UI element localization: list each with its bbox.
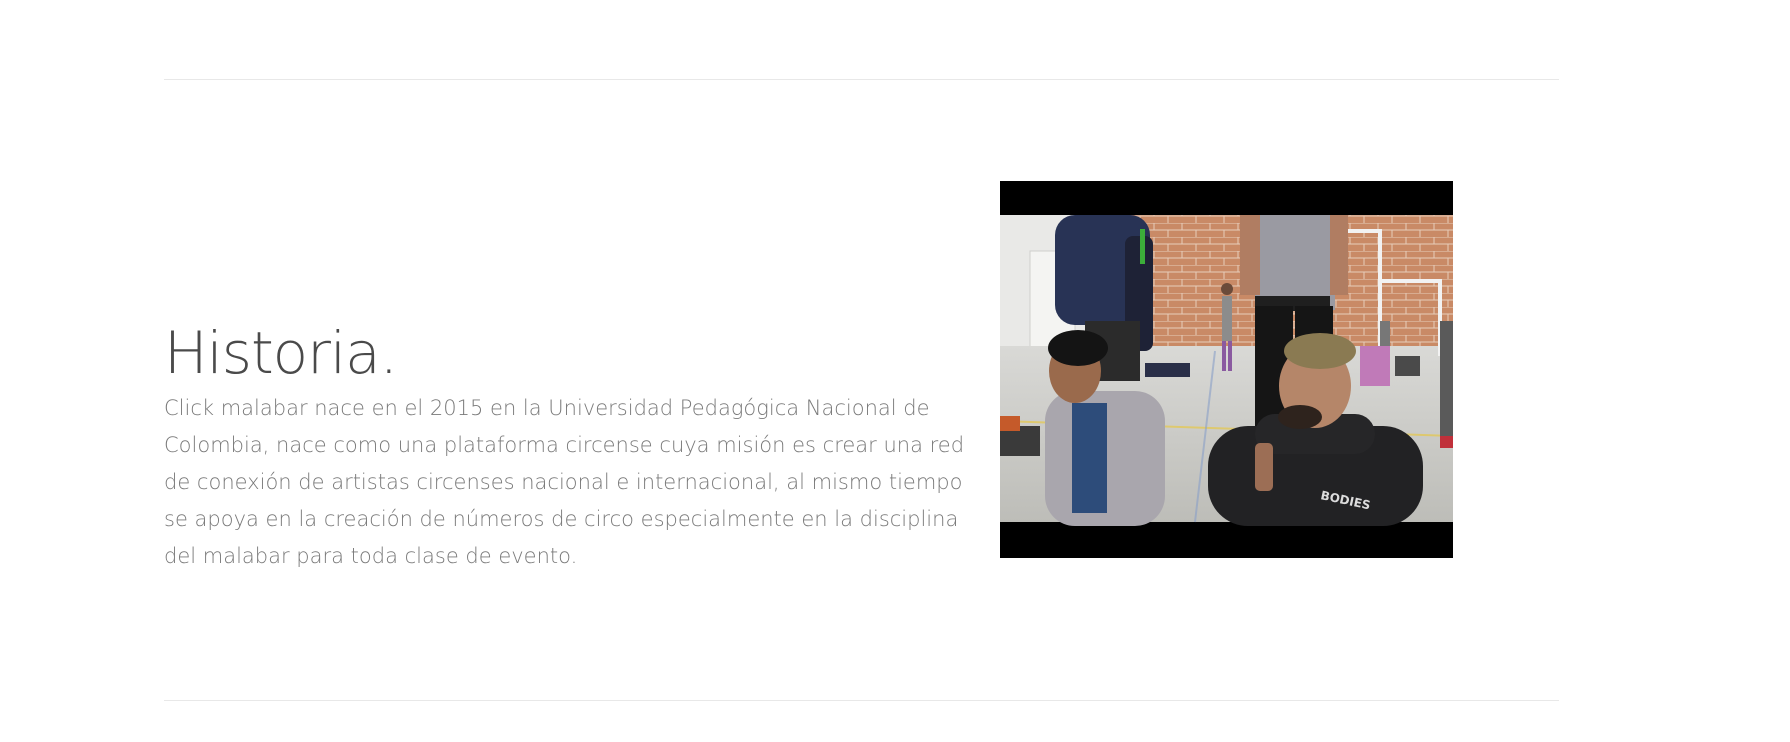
bottom-divider [164,700,1559,701]
video-player[interactable]: BODIES [1000,181,1453,558]
video-frame: BODIES [1000,215,1453,526]
video-thumbnail: BODIES [1000,181,1453,558]
historia-text-column: Historia. Click malabar nace en el 2015 … [164,320,974,575]
section-title: Historia. [164,319,398,387]
top-divider [164,79,1559,80]
section-description: Click malabar nace en el 2015 en la Univ… [164,396,965,568]
